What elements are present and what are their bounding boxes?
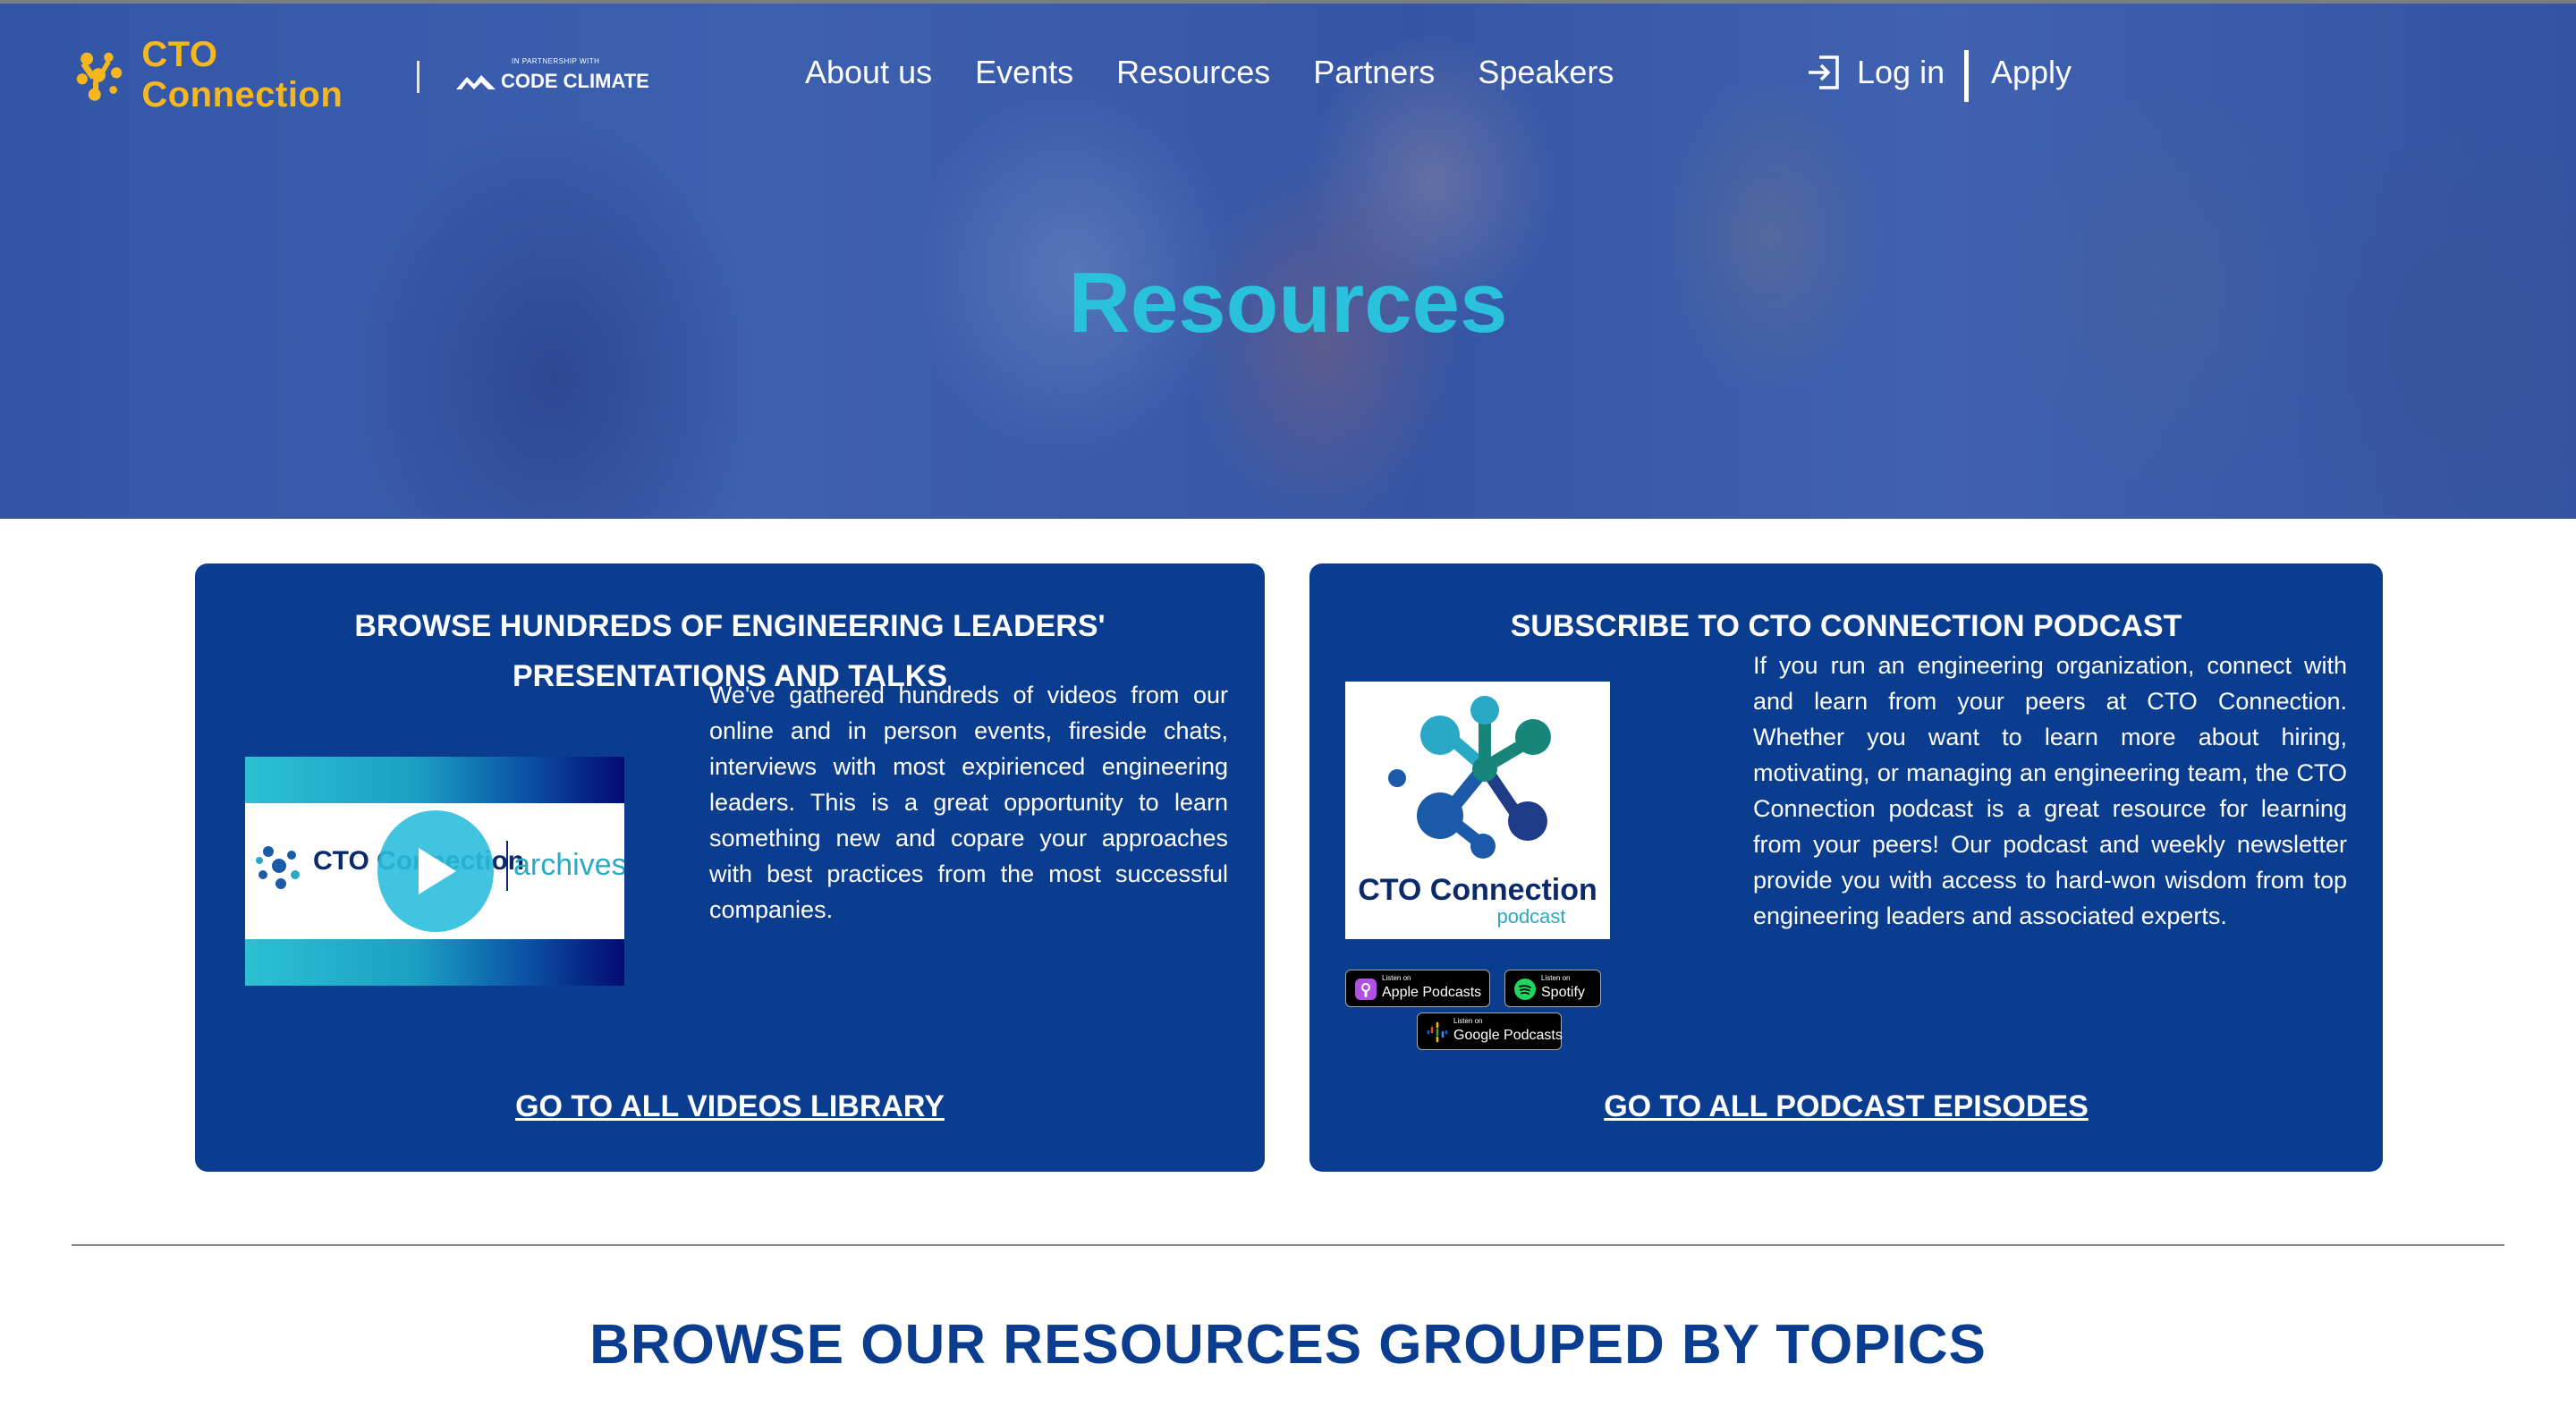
videos-card: BROWSE HUNDREDS OF ENGINEERING LEADERS' … [195, 563, 1265, 1172]
spotify-badge-caption: Listen on [1541, 974, 1571, 982]
apple-badge-name: Apple Podcasts [1382, 985, 1482, 1000]
apple-podcasts-icon [1355, 979, 1377, 1000]
main-nav: About us Events Resources Partners Speak… [805, 54, 1614, 91]
podcast-card-description: If you run an engineering organization, … [1753, 652, 2347, 929]
nav-about-us[interactable]: About us [805, 54, 932, 91]
videos-card-description: We've gathered hundreds of videos from o… [709, 682, 1228, 923]
google-podcasts-badge[interactable]: Listen on Google Podcasts [1417, 1013, 1563, 1050]
code-climate-icon [456, 75, 496, 89]
google-podcasts-icon [1427, 1021, 1448, 1043]
header-divider [1964, 50, 1969, 102]
all-videos-link[interactable]: GO TO ALL VIDEOS LIBRARY [195, 1089, 1265, 1124]
cto-logo-icon [76, 52, 123, 101]
play-button[interactable] [377, 810, 494, 932]
logo-text: CTO Connection [141, 35, 343, 114]
partner-caption: IN PARTNERSHIP WITH [512, 57, 600, 65]
apple-badge-caption: Listen on [1382, 974, 1411, 982]
all-podcast-episodes-link[interactable]: GO TO ALL PODCAST EPISODES [1309, 1089, 2383, 1124]
nav-partners[interactable]: Partners [1313, 54, 1435, 91]
login-link[interactable]: Log in [1805, 54, 1945, 91]
podcast-cover-title: CTO Connection [1358, 873, 1597, 907]
cto-connection-logo[interactable]: CTO Connection [70, 35, 392, 114]
code-climate-logo[interactable]: IN PARTNERSHIP WITH CODE CLIMATE [454, 57, 651, 97]
nav-events[interactable]: Events [975, 54, 1073, 91]
thumbnail-archives-label: archives [513, 848, 624, 882]
video-archives-thumbnail[interactable]: CTO Connection archives [245, 757, 624, 986]
logo-divider [417, 61, 419, 93]
nav-resources[interactable]: Resources [1116, 54, 1270, 91]
cto-logo-icon [256, 846, 300, 889]
podcast-card-title: SUBSCRIBE TO CTO CONNECTION PODCAST [1510, 609, 2182, 643]
section-divider [72, 1244, 2504, 1246]
nav-speakers[interactable]: Speakers [1478, 54, 1614, 91]
login-icon [1809, 55, 1839, 89]
videos-card-title-line1: BROWSE HUNDREDS OF ENGINEERING LEADERS' [354, 609, 1106, 643]
page-title: Resources [1068, 255, 1508, 351]
play-icon [419, 848, 456, 894]
hero-banner: CTO Connection IN PARTNERSHIP WITH CODE … [0, 4, 2576, 519]
podcast-cover[interactable]: CTO Connection podcast [1345, 682, 1610, 939]
spotify-badge-name: Spotify [1541, 985, 1585, 1000]
topics-heading: BROWSE OUR RESOURCES GROUPED BY TOPICS [589, 1314, 1987, 1376]
apply-link[interactable]: Apply [1991, 54, 2072, 91]
podcast-card: SUBSCRIBE TO CTO CONNECTION PODCAST CTO … [1309, 563, 2383, 1172]
podcast-cover-subtitle: podcast [1496, 905, 1566, 928]
thumbnail-divider [506, 841, 508, 891]
partner-name: CODE CLIMATE [501, 70, 649, 92]
apple-podcasts-badge[interactable]: Listen on Apple Podcasts [1345, 970, 1490, 1007]
spotify-badge[interactable]: Listen on Spotify [1504, 970, 1601, 1007]
login-label: Log in [1857, 54, 1945, 90]
google-badge-name: Google Podcasts [1453, 1028, 1563, 1043]
podcast-logo-icon [1388, 696, 1551, 859]
google-badge-caption: Listen on [1453, 1017, 1483, 1025]
spotify-icon [1514, 979, 1536, 1000]
